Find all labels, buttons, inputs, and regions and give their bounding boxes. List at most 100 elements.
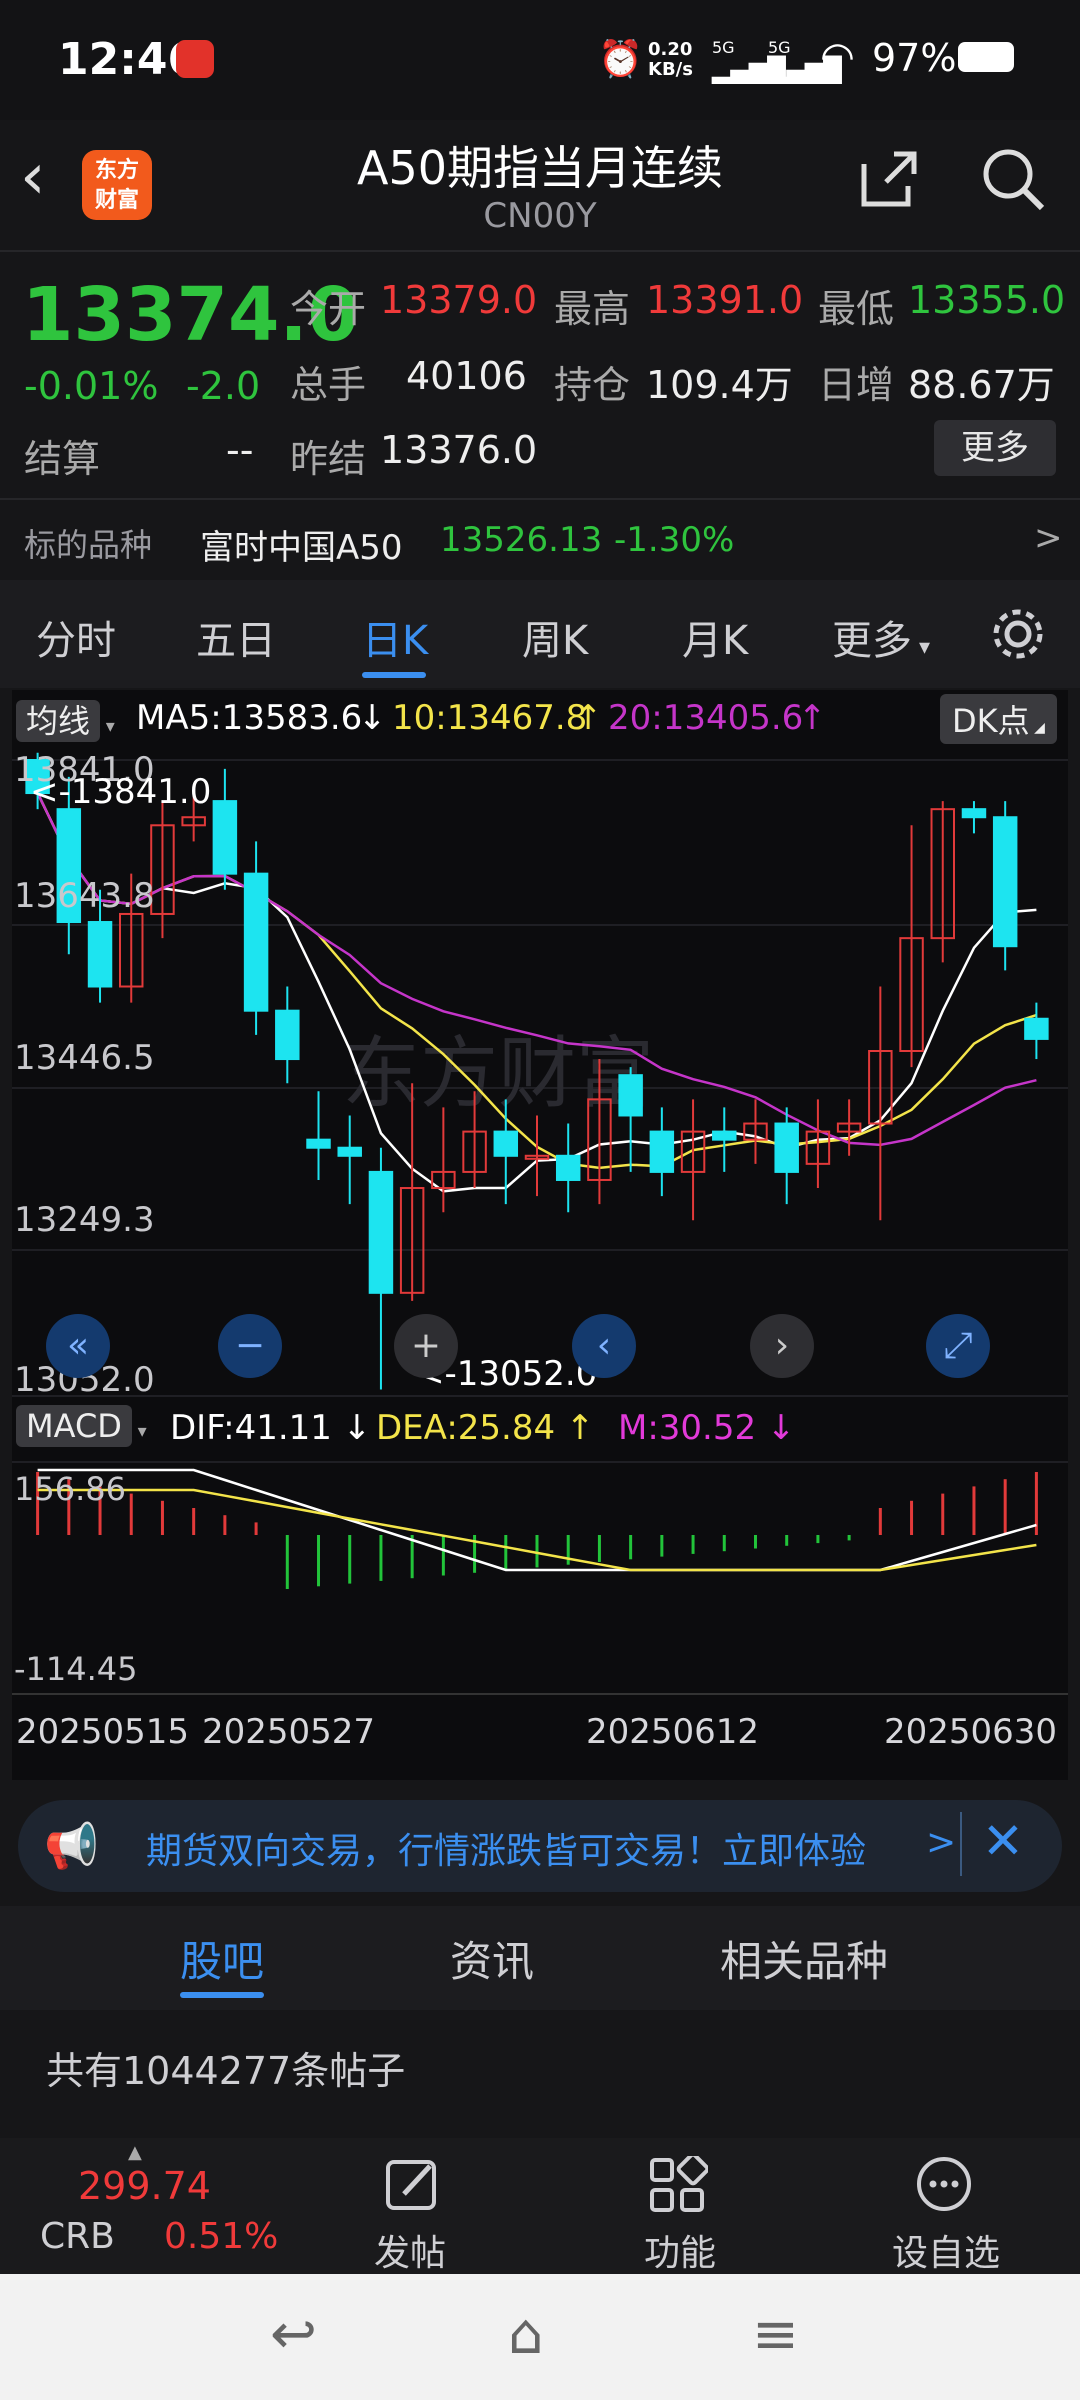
tab-five-day[interactable]: 五日 [196, 608, 276, 666]
share-icon[interactable] [856, 146, 920, 210]
ma20-arrow: ↑ [798, 698, 827, 738]
candle-body [243, 872, 269, 1012]
settle-label: 结算 [24, 437, 101, 481]
prev-settle-value: 13376.0 [380, 428, 538, 472]
low-value: 13355.0 [908, 278, 1066, 322]
search-icon[interactable] [980, 146, 1048, 214]
open-label: 今开 [290, 287, 367, 331]
settle-value: -- [226, 428, 254, 472]
home-nav-icon[interactable]: ⌂ [508, 2302, 544, 2367]
zoom-out-icon[interactable]: − [218, 1314, 282, 1378]
grid-icon [650, 2156, 708, 2212]
candle-body [961, 808, 987, 819]
gear-icon[interactable] [990, 606, 1046, 662]
post-button[interactable]: 发帖 [360, 2144, 480, 2274]
signal2-label: 5G [768, 38, 791, 57]
promo-banner[interactable]: 📢 期货双向交易，行情涨跌皆可交易！立即体验 > ✕ [18, 1800, 1062, 1892]
max-note: <-13841.0 [30, 772, 212, 812]
low-label: 最低 [818, 287, 895, 331]
macd-bottom: -114.45 [14, 1650, 138, 1688]
y-tick: 13446.5 [14, 1038, 155, 1078]
kline-chart[interactable]: 东方财富 [12, 690, 1068, 1780]
candle-body [712, 1130, 737, 1141]
scroll-right-icon[interactable]: › [750, 1314, 814, 1378]
tab-indicator [362, 672, 426, 678]
volume-label: 总手 [290, 363, 367, 407]
watermark: 东方财富 [342, 1029, 654, 1119]
posts-count: 共有1044277条帖子 [46, 2049, 406, 2093]
tab-more[interactable]: 更多 ▾ [832, 608, 930, 666]
chart-area[interactable]: 东方财富 均线 ▾ MA5:13583.6 ↓ 10:13467.8 ↑ 20:… [12, 690, 1068, 1780]
position-label: 持仓 [554, 363, 631, 407]
scroll-left-icon[interactable]: ‹ [572, 1314, 636, 1378]
tab-news[interactable]: 资讯 [450, 1928, 534, 1989]
tab-related[interactable]: 相关品种 [720, 1928, 888, 1989]
notification-app-icon [176, 40, 214, 78]
tab-monthly-k[interactable]: 月K [682, 608, 748, 666]
crb-value: 299.74 [78, 2164, 211, 2208]
status-bar: 12:46 ⏰ 0.20 KB/s 5G ▂▄▆█ 5G ▂▄▆█ ◠ 97% [0, 0, 1080, 120]
candle-body [774, 1122, 799, 1173]
add-watchlist-button[interactable]: 设自选 [880, 2144, 1020, 2274]
x-date: 20250630 [884, 1712, 1058, 1752]
dif-label: DIF:41.11 ↓ [170, 1408, 372, 1448]
ma5-label: MA5:13583.6 [136, 698, 363, 738]
underlying-label: 标的品种 [24, 526, 153, 564]
net-speed: 0.20 KB/s [648, 39, 693, 80]
alarm-icon: ⏰ [598, 39, 643, 80]
ma5-arrow: ↓ [358, 698, 387, 738]
signal1-label: 5G [712, 38, 735, 57]
more-dots-icon [917, 2157, 971, 2211]
daily-inc-value: 88.67万 [908, 363, 1055, 407]
zoom-in-icon[interactable]: + [394, 1314, 458, 1378]
crb-change: 0.51% [164, 2216, 279, 2257]
underlying-row[interactable]: 标的品种 富时中国A50 13526.13 -1.30% > [0, 502, 1080, 578]
candle-body [275, 1009, 300, 1061]
dk-point-button[interactable]: DK点 ◢ [940, 694, 1057, 744]
scroll-left-fast-icon[interactable]: « [46, 1314, 110, 1378]
more-button[interactable]: 更多 [934, 420, 1056, 476]
fullscreen-icon[interactable]: ⤢ [926, 1314, 990, 1378]
tab-weekly-k[interactable]: 周K [522, 608, 588, 666]
position-value: 109.4万 [646, 363, 793, 407]
back-nav-icon[interactable]: ↩ [270, 2302, 317, 2367]
app-logo: 东方 财富 [82, 150, 152, 220]
close-icon[interactable]: ✕ [982, 1812, 1024, 1870]
function-button[interactable]: 功能 [628, 2144, 748, 2274]
candle-body [493, 1130, 519, 1157]
underlying-name: 富时中国A50 [200, 528, 403, 568]
candle-body [87, 921, 113, 988]
banner-arrow: > [926, 1822, 957, 1863]
divider [0, 250, 1080, 252]
tab-guba[interactable]: 股吧 [180, 1928, 264, 1989]
open-value: 13379.0 [380, 278, 538, 322]
macd-select[interactable]: MACD ▾ [16, 1405, 147, 1447]
bottom-tab-bar [0, 1906, 1080, 2010]
candle-body [306, 1138, 331, 1149]
change-value: -2.0 [186, 364, 261, 408]
x-date: 20250515 [16, 1712, 190, 1752]
tab-intraday[interactable]: 分时 [36, 608, 116, 666]
ma10-arrow: ↑ [574, 698, 603, 738]
tab-daily-k[interactable]: 日K [362, 608, 428, 666]
y-tick: 13249.3 [14, 1200, 155, 1240]
x-date: 20250527 [202, 1712, 376, 1752]
daily-inc-label: 日增 [818, 363, 895, 407]
candle-body [337, 1146, 362, 1157]
m-label: M:30.52 ↓ [618, 1408, 796, 1448]
caret-up-icon: ▲ [128, 2142, 142, 2163]
high-value: 13391.0 [646, 278, 804, 322]
candle-body [555, 1154, 581, 1181]
divider [960, 1812, 962, 1876]
underlying-change: -1.30% [614, 520, 735, 560]
chevron-right-icon: > [1034, 518, 1063, 558]
crb-label: CRB [40, 2216, 115, 2257]
change-percent: -0.01% [24, 364, 159, 408]
menu-nav-icon[interactable]: ≡ [752, 2302, 799, 2367]
indicator-select[interactable]: 均线 ▾ [16, 696, 115, 742]
wifi-icon: ◠ [820, 34, 855, 80]
megaphone-icon: 📢 [44, 1821, 99, 1872]
prev-settle-label: 昨结 [290, 437, 367, 481]
high-label: 最高 [554, 287, 631, 331]
candle-body [649, 1130, 675, 1173]
